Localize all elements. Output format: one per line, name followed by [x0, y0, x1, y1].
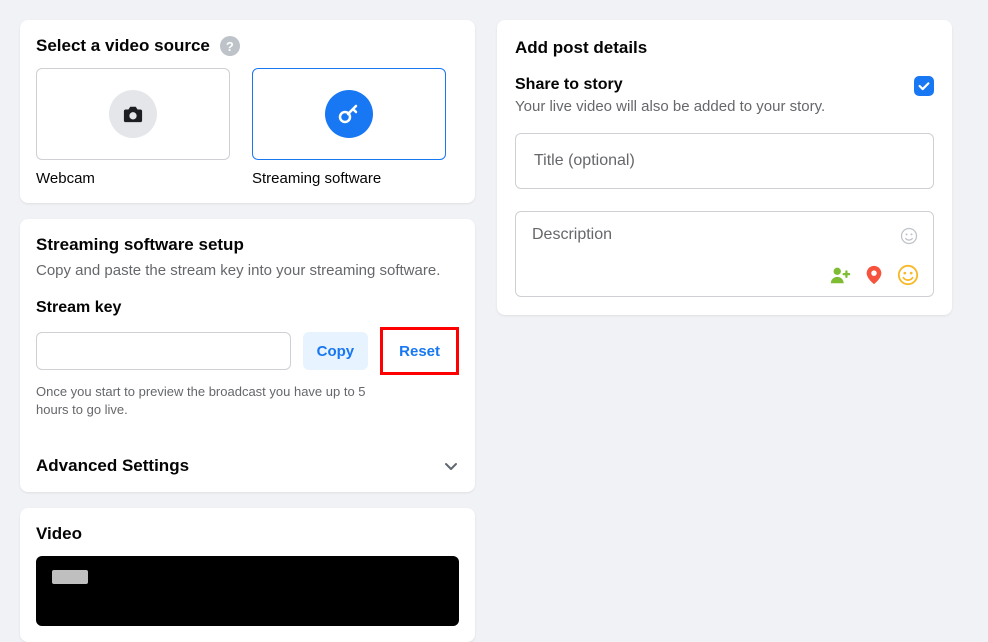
reset-highlight: Reset [380, 327, 459, 375]
share-story-checkbox[interactable] [914, 76, 934, 96]
tag-people-icon[interactable] [829, 264, 851, 286]
streaming-setup-card: Streaming software setup Copy and paste … [20, 219, 475, 492]
smiley-outline-icon[interactable] [899, 226, 919, 251]
streaming-tile [252, 68, 446, 160]
description-input[interactable]: Description [515, 211, 934, 297]
chevron-down-icon [443, 458, 459, 474]
share-story-desc: Your live video will also be added to yo… [515, 98, 825, 115]
key-icon [325, 90, 373, 138]
webcam-label: Webcam [36, 170, 230, 187]
help-icon[interactable]: ? [220, 36, 240, 56]
reset-button[interactable]: Reset [385, 332, 454, 370]
stream-key-hint: Once you start to preview the broadcast … [36, 383, 396, 418]
webcam-tile [36, 68, 230, 160]
streaming-software-option[interactable]: Streaming software [252, 68, 446, 187]
copy-button[interactable]: Copy [303, 332, 369, 370]
post-heading: Add post details [515, 38, 934, 58]
video-source-heading: Select a video source [36, 36, 210, 56]
feeling-icon[interactable] [897, 264, 919, 286]
share-story-title: Share to story [515, 76, 825, 94]
advanced-settings-label: Advanced Settings [36, 456, 189, 476]
description-placeholder: Description [532, 226, 612, 243]
video-heading: Video [36, 524, 459, 544]
camera-icon [109, 90, 157, 138]
webcam-option[interactable]: Webcam [36, 68, 230, 187]
title-input[interactable] [515, 133, 934, 189]
stream-key-label: Stream key [36, 299, 459, 317]
streaming-label: Streaming software [252, 170, 446, 187]
post-details-card: Add post details Share to story Your liv… [497, 20, 952, 315]
video-card: Video [20, 508, 475, 642]
advanced-settings-toggle[interactable]: Advanced Settings [36, 418, 459, 476]
setup-description: Copy and paste the stream key into your … [36, 261, 459, 281]
video-overlay-chip [52, 570, 88, 584]
location-icon[interactable] [863, 264, 885, 286]
video-preview[interactable] [36, 556, 459, 626]
setup-heading: Streaming software setup [36, 235, 459, 255]
video-source-card: Select a video source ? Webcam [20, 20, 475, 203]
stream-key-input[interactable] [36, 332, 291, 370]
